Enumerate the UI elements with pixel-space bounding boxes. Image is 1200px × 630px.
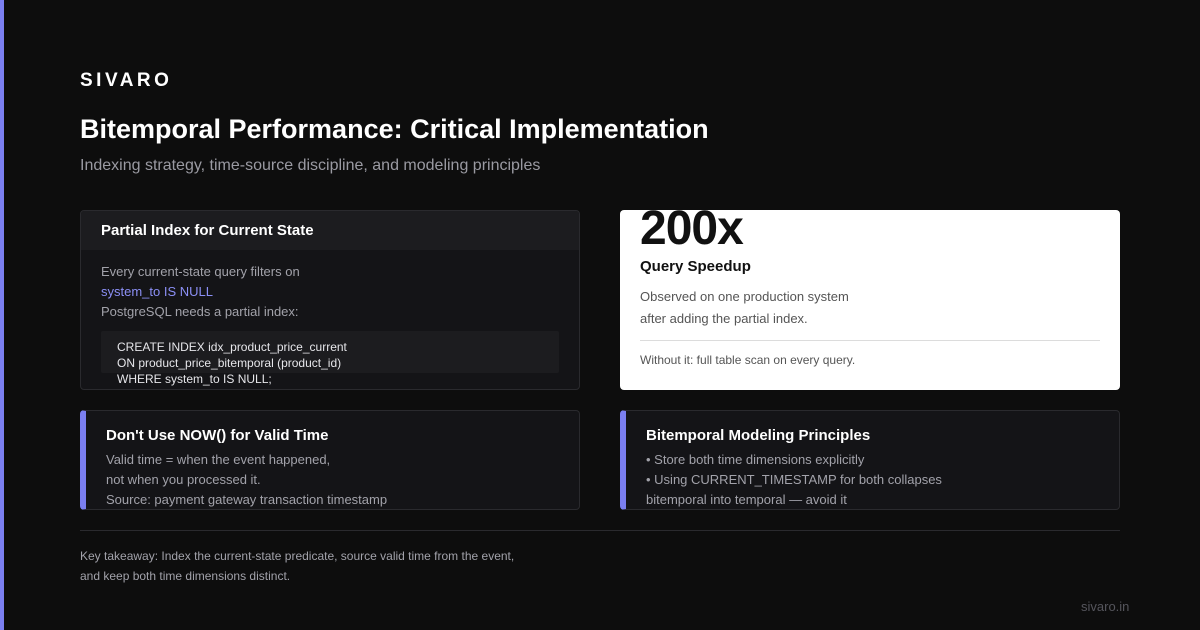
page-subtitle: Indexing strategy, time-source disciplin… [80, 157, 541, 174]
page-title: Bitemporal Performance: Critical Impleme… [80, 114, 709, 144]
code-line: ON product_price_bitemporal (product_id) [117, 356, 342, 370]
code-block: CREATE INDEX idx_product_price_current O… [101, 331, 559, 386]
query-speedup-card: 200x Query Speedup Observed on one produ… [620, 210, 1120, 390]
key-takeaway-line1: Key takeaway: Index the current-state pr… [80, 549, 515, 563]
partial-index-card: Partial Index for Current State Every cu… [80, 210, 580, 390]
stat-label: Query Speedup [640, 258, 751, 275]
partial-index-line1: Every current-state query filters on [101, 264, 300, 279]
partial-index-line2: PostgreSQL needs a partial index: [101, 304, 299, 319]
stat-description-line1: Observed on one production system [640, 289, 849, 304]
partial-index-card-title: Partial Index for Current State [81, 211, 579, 250]
modeling-principles-card-title: Bitemporal Modeling Principles [646, 427, 871, 444]
left-accent-bar [0, 0, 4, 630]
valid-time-line1: Valid time = when the event happened, [106, 452, 331, 467]
stat-divider [640, 340, 1100, 341]
brand-logo: SIVARO [80, 70, 173, 91]
stat-description-line2: after adding the partial index. [640, 311, 808, 326]
stat-note: Without it: full table scan on every que… [640, 353, 856, 367]
valid-time-line2: not when you processed it. [106, 472, 261, 487]
stat-description: Observed on one production system after … [640, 286, 960, 330]
code-line: WHERE system_to IS NULL; [117, 372, 272, 386]
valid-time-card-title: Don't Use NOW() for Valid Time [106, 427, 329, 444]
key-takeaway: Key takeaway: Index the current-state pr… [80, 546, 580, 586]
key-takeaway-line2: and keep both time dimensions distinct. [80, 569, 291, 583]
valid-time-source: Source: payment gateway transaction time… [106, 492, 388, 507]
principle-bullet-2: • Using CURRENT_TIMESTAMP for both colla… [646, 472, 942, 487]
stat-value: 200x [640, 210, 744, 255]
site-url: sivaro.in [1081, 599, 1130, 614]
footer-divider [80, 530, 1120, 531]
valid-time-card: Don't Use NOW() for Valid Time Valid tim… [80, 410, 580, 510]
partial-index-card-body: Every current-state query filters on sys… [81, 250, 579, 386]
principle-bullet-1: • Store both time dimensions explicitly [646, 452, 865, 467]
modeling-principles-card: Bitemporal Modeling Principles • Store b… [620, 410, 1120, 510]
code-line: CREATE INDEX idx_product_price_current [117, 340, 347, 354]
partial-index-highlight: system_to IS NULL [101, 284, 213, 299]
principle-bullet-2-continued: bitemporal into temporal — avoid it [646, 492, 847, 507]
